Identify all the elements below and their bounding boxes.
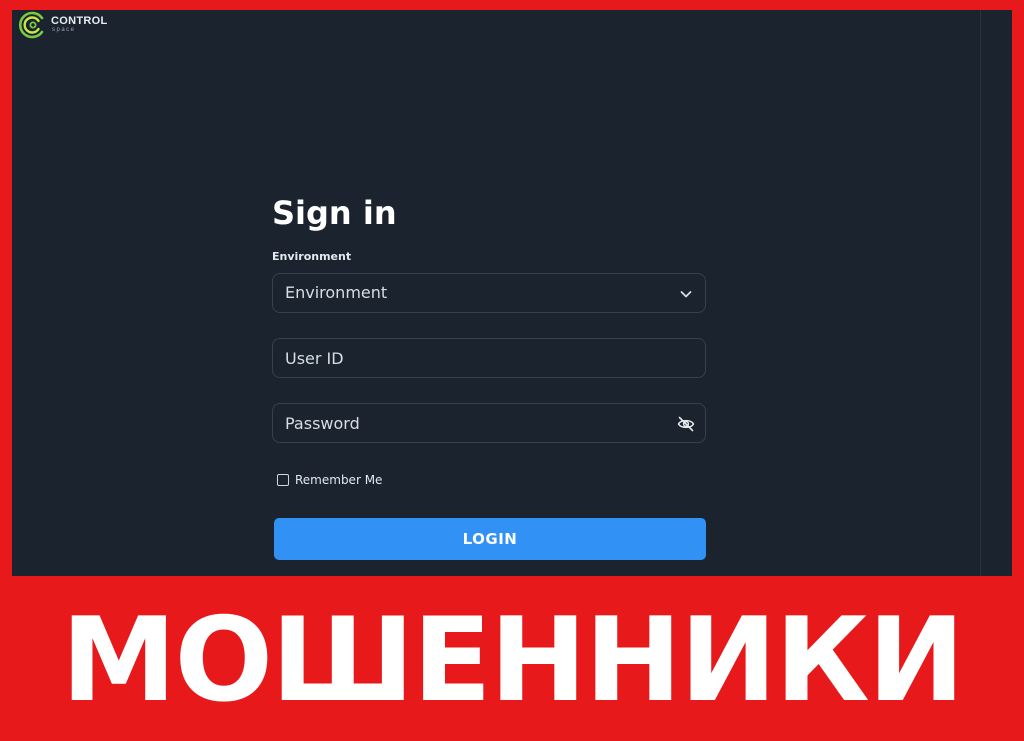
logo-subtitle: space <box>52 27 76 33</box>
remember-me-checkbox[interactable] <box>277 474 289 486</box>
environment-select-value: Environment <box>285 283 388 302</box>
logo-mark-icon <box>18 10 48 40</box>
user-id-field-wrapper <box>272 338 706 378</box>
login-screen: CONTROL space Sign in Environment Enviro… <box>12 10 1012 576</box>
chevron-down-icon <box>677 285 695 303</box>
logo-name: CONTROL <box>51 15 108 27</box>
remember-me[interactable]: Remember Me <box>277 473 382 487</box>
password-input[interactable] <box>273 404 705 442</box>
remember-me-label: Remember Me <box>295 473 383 487</box>
environment-select[interactable]: Environment <box>272 273 706 313</box>
user-id-input[interactable] <box>273 339 705 377</box>
warning-banner-text: МОШЕННИКИ <box>61 593 965 728</box>
control-space-logo[interactable]: CONTROL space <box>18 10 107 40</box>
environment-label: Environment <box>272 250 352 263</box>
eye-off-icon[interactable] <box>677 415 695 433</box>
page-title: Sign in <box>272 194 397 232</box>
vertical-divider <box>980 10 981 576</box>
password-field-wrapper <box>272 403 706 443</box>
scam-warning-frame: CONTROL space Sign in Environment Enviro… <box>0 0 1024 741</box>
login-button[interactable]: LOGIN <box>274 518 706 560</box>
